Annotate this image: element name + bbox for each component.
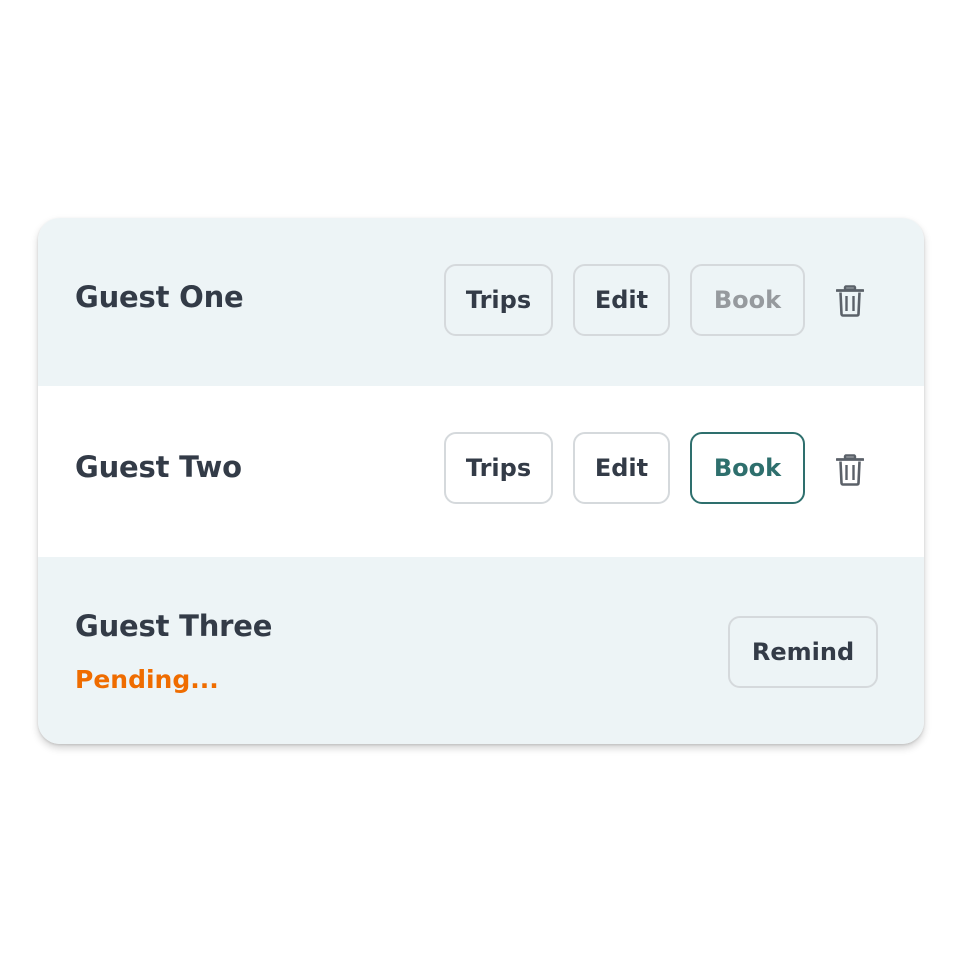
trash-icon-glyph — [836, 285, 864, 317]
book-button[interactable]: Book — [690, 432, 805, 504]
remind-button[interactable]: Remind — [728, 616, 878, 688]
edit-button[interactable]: Edit — [573, 264, 670, 336]
trash-icon-glyph — [836, 454, 864, 486]
book-button-disabled: Book — [690, 264, 805, 336]
guest-name: Guest One — [75, 280, 244, 314]
status-pending: Pending... — [75, 665, 219, 694]
trash-icon[interactable] — [834, 452, 866, 488]
guest-name: Guest Three — [75, 609, 273, 643]
trash-icon[interactable] — [834, 283, 866, 319]
trips-button[interactable]: Trips — [444, 264, 553, 336]
guest-list-card: Guest One Trips Edit Book Guest Two Trip… — [38, 218, 924, 744]
trips-button[interactable]: Trips — [444, 432, 553, 504]
guest-row: Guest Three Pending... Remind — [38, 557, 924, 744]
guest-name: Guest Two — [75, 450, 242, 484]
guest-row: Guest One Trips Edit Book — [38, 218, 924, 386]
guest-row: Guest Two Trips Edit Book — [38, 386, 924, 557]
edit-button[interactable]: Edit — [573, 432, 670, 504]
